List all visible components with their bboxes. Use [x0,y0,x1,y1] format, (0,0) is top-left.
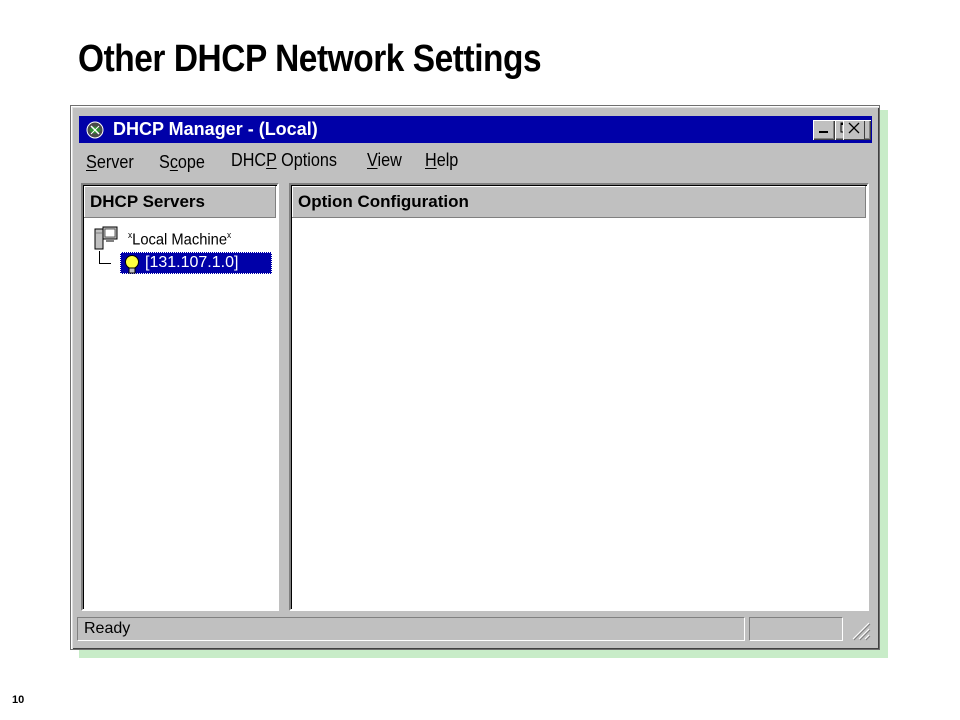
minimize-button[interactable] [813,120,835,140]
menu-server-label: erver [96,152,134,172]
status-bar-panel [749,617,843,641]
window-title: DHCP Manager - (Local) [113,119,318,139]
lightbulb-icon [124,254,140,281]
option-configuration-pane[interactable]: Option Configuration [289,183,869,611]
resize-grip-icon[interactable] [849,619,871,641]
window-titlebar[interactable]: DHCP Manager - (Local) [79,116,872,143]
menu-scope-mnemonic: c [169,152,178,172]
page-number: 10 [12,694,25,706]
menu-scope-label-end: ope [177,152,205,172]
menu-view-label: iew [377,150,402,170]
local-machine-text: Local Machine [132,231,228,249]
tree-connector-vertical [99,251,100,263]
option-configuration-header: Option Configuration [292,186,866,218]
slide-title: Other DHCP Network Settings [78,38,542,80]
option-configuration-pane-border [291,185,867,609]
menu-dhcp-options[interactable]: DHCP Options [231,150,337,171]
close-button-face[interactable] [843,120,865,140]
menu-dhcp-options-label-start: DHC [231,150,267,170]
status-text: Ready [84,620,131,637]
menu-scope[interactable]: Scope [159,152,205,173]
menu-scope-label-start: S [159,152,170,172]
dhcp-app-icon[interactable] [85,120,105,140]
minimize-icon [817,121,831,140]
dhcp-servers-header-label: DHCP Servers [90,191,205,211]
menu-view-mnemonic: V [367,150,378,170]
scope-label: [131.107.1.0] [145,254,239,271]
menu-help[interactable]: Help [425,150,458,171]
menu-help-label: elp [436,150,459,170]
menu-view[interactable]: View [367,150,402,171]
tree-connector-horizontal [99,263,111,264]
local-machine-label: xLocal Machinex [128,230,231,249]
tree-item-scope[interactable]: [131.107.1.0] [120,252,272,274]
status-bar-main: Ready [77,617,745,641]
tree-item-local-machine[interactable]: xLocal Machinex [93,225,278,253]
server-computer-icon [93,225,121,256]
dhcp-servers-pane[interactable]: DHCP Servers xLocal Machinex [131.107.1.… [81,183,279,611]
option-configuration-header-label: Option Configuration [298,191,469,211]
menu-server-mnemonic: S [86,152,97,172]
menu-help-mnemonic: H [425,150,437,170]
menu-dhcp-options-label-end: Options [276,150,337,170]
local-machine-suffix: x [227,230,232,240]
menu-dhcp-options-mnemonic: P [266,150,277,170]
dhcp-manager-window: DHCP Manager - (Local) Server Scope DHCP… [70,105,880,650]
close-icon [848,121,860,139]
menu-server[interactable]: Server [86,152,134,173]
dhcp-servers-header: DHCP Servers [84,186,276,218]
